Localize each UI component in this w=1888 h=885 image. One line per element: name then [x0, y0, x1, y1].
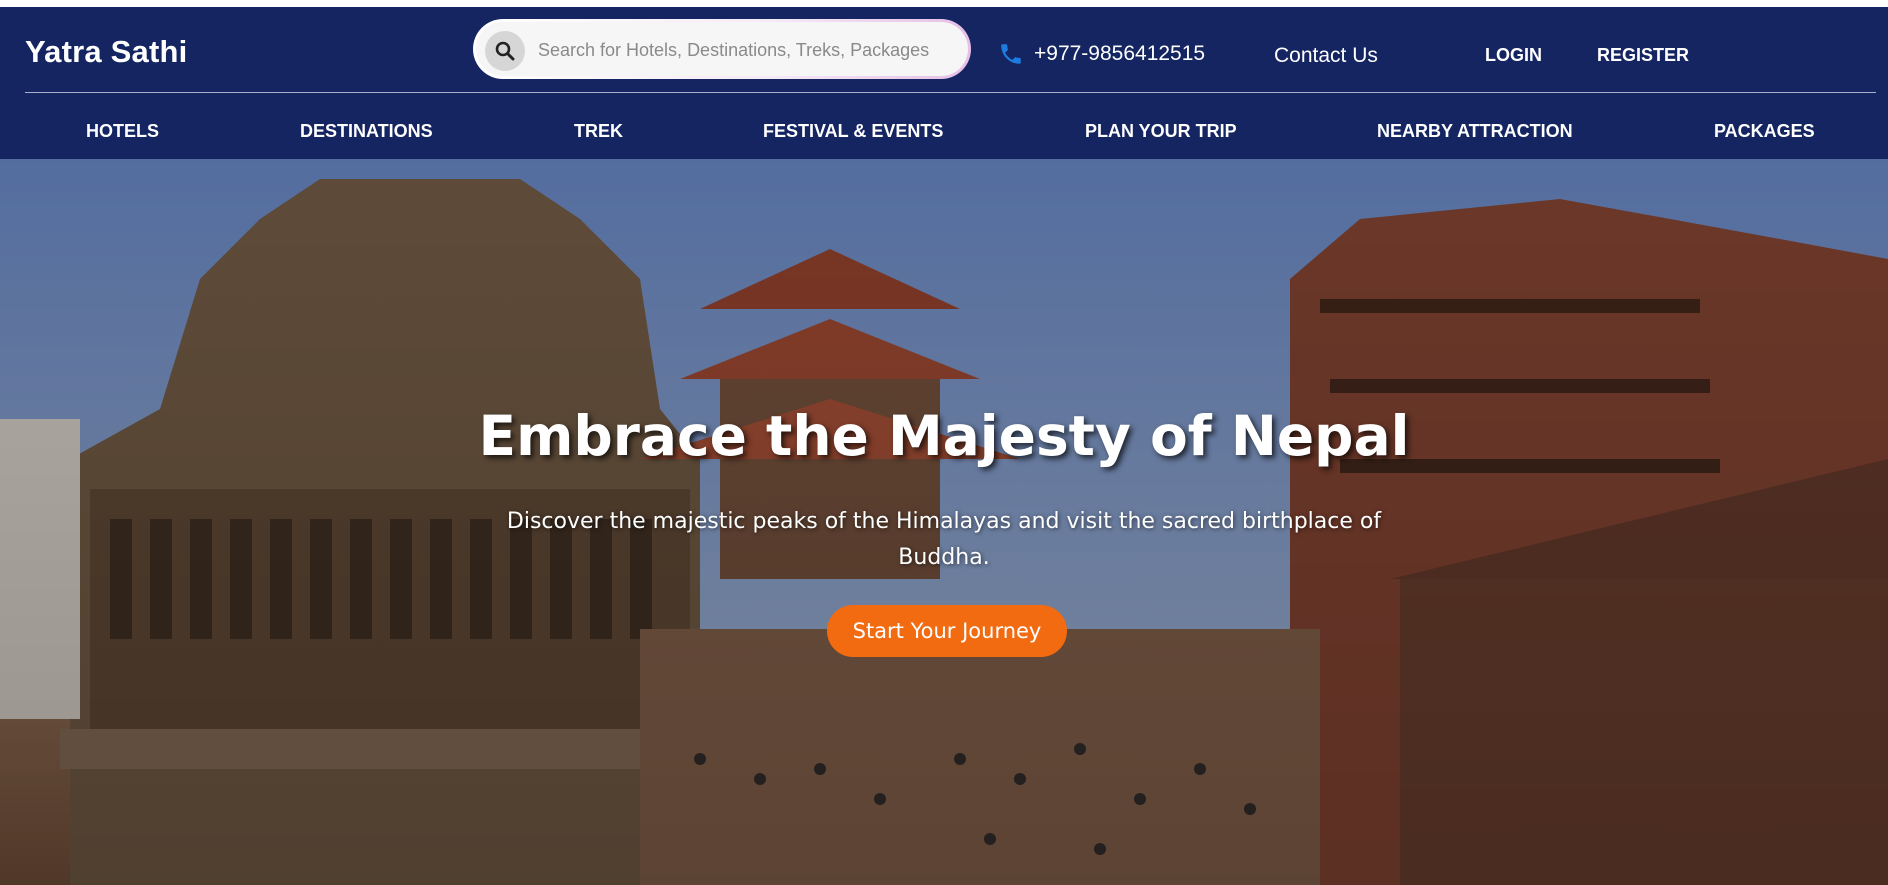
nav-item-hotels[interactable]: HOTELS [86, 121, 159, 142]
nav-item-nearby-attraction[interactable]: NEARBY ATTRACTION [1377, 121, 1573, 142]
page: Yatra Sathi +977-9856412515 Contact Us L… [0, 0, 1888, 885]
contact-us-link[interactable]: Contact Us [1274, 44, 1378, 68]
nav-item-trek[interactable]: TREK [574, 121, 623, 142]
header-divider [25, 92, 1876, 93]
start-journey-button[interactable]: Start Your Journey [827, 605, 1067, 657]
phone-icon [1001, 44, 1021, 64]
search-input[interactable] [538, 30, 958, 70]
nav-item-festival-events[interactable]: FESTIVAL & EVENTS [763, 121, 943, 142]
nav-item-packages[interactable]: PACKAGES [1714, 121, 1815, 142]
search-container [476, 22, 968, 76]
search-icon[interactable] [485, 31, 525, 71]
site-header: Yatra Sathi +977-9856412515 Contact Us L… [0, 7, 1888, 159]
register-link[interactable]: REGISTER [1597, 45, 1689, 66]
top-strip [0, 0, 1888, 7]
hero-subtitle: Discover the majestic peaks of the Himal… [506, 509, 1382, 570]
search-bar [473, 19, 971, 79]
hero-title: Embrace the Majesty of Nepal [478, 404, 1410, 468]
login-link[interactable]: LOGIN [1485, 45, 1542, 66]
nav-item-plan-your-trip[interactable]: PLAN YOUR TRIP [1085, 121, 1237, 142]
brand-logo[interactable]: Yatra Sathi [25, 34, 187, 70]
hero-section: Embrace the Majesty of Nepal Discover th… [0, 159, 1888, 885]
phone-contact[interactable]: +977-9856412515 [998, 41, 1205, 67]
nav-item-destinations[interactable]: DESTINATIONS [300, 121, 433, 142]
phone-number: +977-9856412515 [1034, 42, 1206, 65]
main-nav: HOTELS DESTINATIONS TREK FESTIVAL & EVEN… [0, 121, 1888, 145]
